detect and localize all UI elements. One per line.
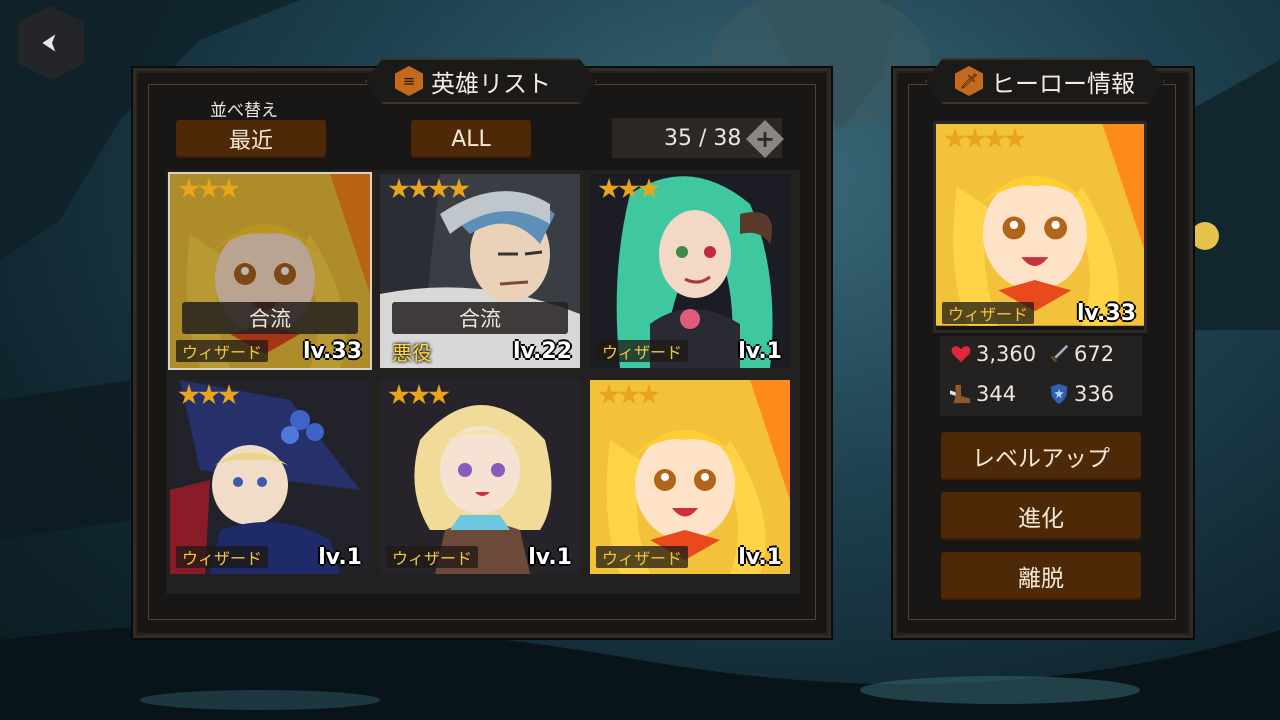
hero-count-value: 35 / 38 [664,125,742,151]
filter-button[interactable]: ALL [411,120,531,158]
defense-stat: 336 [1048,382,1114,406]
star-icon [944,128,966,149]
class-label: ウィザード [596,340,689,362]
level-label: lv.1 [738,339,782,364]
star-icon [638,384,660,405]
star-icon [408,384,430,405]
filter-value: ALL [451,126,491,152]
star-rating [598,178,660,200]
level-label: lv.1 [318,545,362,570]
back-arrow-icon [42,34,56,52]
star-rating [388,178,470,200]
speed-value: 344 [976,382,1017,406]
star-icon [198,384,220,405]
class-label: 悪役 [392,340,432,365]
hero-grid[interactable]: 合流 ウィザード lv.33 合流 悪役 lv.22 ウィザード lv.1 ウィ… [166,170,800,594]
star-icon [218,178,240,199]
star-icon [618,178,640,199]
class-label: ウィザード [176,546,269,568]
leave-button[interactable]: 離脱 [941,552,1141,600]
hero-portrait-blonde-wizard [936,124,1144,326]
level-label: lv.33 [302,339,362,364]
level-label: lv.1 [528,545,572,570]
star-icon [448,178,470,199]
boot-icon [950,384,971,404]
hero-card[interactable]: ウィザード lv.1 [590,174,790,368]
star-rating [178,178,240,200]
star-icon [428,178,450,199]
menu-list-icon: ≡ [395,66,423,96]
attack-stat: 672 [1048,342,1114,366]
star-icon [618,384,640,405]
sort-caption: 並べ替え [210,101,278,121]
star-icon [218,384,240,405]
star-icon [598,384,620,405]
evolve-label: 進化 [1018,506,1064,532]
hero-card[interactable]: ウィザード lv.1 [590,380,790,574]
level-up-button[interactable]: レベルアップ [941,432,1141,480]
star-icon [598,178,620,199]
class-label: ウィザード [386,546,479,568]
star-rating [178,384,240,406]
hero-info-title: ヒーロー情報 [991,69,1135,98]
sort-button[interactable]: 最近 [176,120,326,158]
star-icon [638,178,660,199]
hero-card[interactable]: 合流 悪役 lv.22 [380,174,580,368]
class-label: ウィザード [942,302,1035,324]
star-rating [388,384,450,406]
class-label: ウィザード [176,340,269,362]
star-icon [408,178,430,199]
sort-value: 最近 [228,129,273,154]
star-icon [964,128,986,149]
hero-stats: 3,360 672 344 336 [940,336,1142,416]
evolve-button[interactable]: 進化 [941,492,1141,540]
star-icon [984,128,1006,149]
star-icon [388,384,410,405]
leave-label: 離脱 [1018,566,1064,592]
attack-value: 672 [1074,342,1115,366]
heart-icon [951,346,971,363]
level-label: lv.22 [512,339,572,364]
star-rating [598,384,660,406]
shield-icon [1050,383,1068,405]
star-icon [1004,128,1026,149]
hero-card[interactable]: ウィザード lv.1 [380,380,580,574]
joined-status: 合流 [182,302,358,334]
hero-list-title: 英雄リスト [431,69,551,98]
star-icon [428,384,450,405]
star-icon [178,178,200,199]
star-rating [944,128,1026,150]
back-button[interactable] [18,6,84,80]
level-label: lv.1 [738,545,782,570]
hero-info-portrait: ウィザード lv.33 [933,121,1147,333]
star-icon [178,384,200,405]
hero-card[interactable]: 合流 ウィザード lv.33 [168,172,372,370]
speed-stat: 344 [950,382,1016,406]
hp-stat: 3,360 [950,342,1036,366]
star-icon [198,178,220,199]
hero-card[interactable]: ウィザード lv.1 [170,380,370,574]
sword-icon: 🗡 [955,66,983,96]
level-up-label: レベルアップ [972,446,1110,472]
hero-info-title-tab: 🗡 ヒーロー情報 [925,58,1165,104]
plus-icon: + [754,125,776,153]
joined-status: 合流 [392,302,568,334]
hero-list-title-tab: ≡ 英雄リスト [365,58,597,104]
level-label: lv.33 [1076,301,1136,326]
hp-value: 3,360 [976,342,1037,366]
defense-value: 336 [1074,382,1115,406]
star-icon [388,178,410,199]
sword-icon [1050,344,1069,363]
class-label: ウィザード [596,546,689,568]
